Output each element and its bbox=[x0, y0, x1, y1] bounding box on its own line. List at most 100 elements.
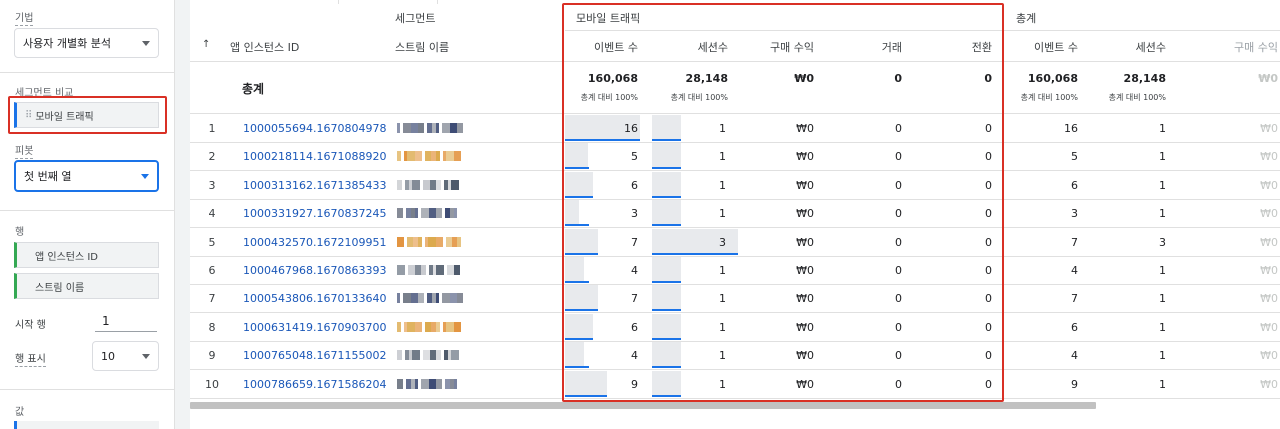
stream-name-redacted bbox=[397, 350, 467, 361]
redaction-pixel bbox=[407, 321, 415, 332]
redaction-pixel bbox=[454, 321, 461, 332]
redaction-pixel bbox=[436, 179, 441, 190]
redaction-pixel bbox=[450, 293, 457, 304]
row-index: 6 bbox=[208, 264, 216, 277]
start-row-input[interactable]: 1 bbox=[102, 314, 110, 328]
app-instance-id-link[interactable]: 1000543806.1670133640 bbox=[243, 292, 386, 305]
redaction-pixel bbox=[403, 293, 411, 304]
redaction-pixel bbox=[436, 151, 440, 162]
app-instance-id-link[interactable]: 1000786659.1671586204 bbox=[243, 378, 386, 391]
redaction-pixel bbox=[397, 151, 401, 162]
row-index: 3 bbox=[208, 178, 216, 192]
stream-name-redacted bbox=[397, 123, 467, 133]
app-instance-id-link[interactable]: 1000313162.1671385433 bbox=[243, 179, 386, 192]
redaction-pixel bbox=[436, 321, 440, 332]
redaction-pixel bbox=[421, 265, 426, 275]
redaction-pixel bbox=[428, 236, 436, 247]
redaction-pixel bbox=[436, 236, 443, 247]
technique-select[interactable]: 사용자 개별화 분석 bbox=[14, 28, 159, 58]
redaction-pixel bbox=[408, 265, 415, 275]
redaction-pixel bbox=[397, 265, 405, 275]
total-revenue-value: ₩0 bbox=[1260, 178, 1278, 192]
redaction-pixel bbox=[454, 378, 457, 389]
row-index: 4 bbox=[208, 207, 216, 221]
redaction-pixel bbox=[436, 293, 439, 304]
dropdown-caret-icon bbox=[142, 41, 150, 46]
total-revenue-value: ₩0 bbox=[1260, 377, 1278, 391]
total-sessions-value: 1 bbox=[1159, 150, 1166, 164]
sort-ascending-icon[interactable]: ↑ bbox=[202, 39, 210, 50]
column-header-total-sessions[interactable]: 세션수 bbox=[1078, 39, 1166, 55]
settings-sidebar: 기법 사용자 개별화 분석 세그먼트 비교 ⠿ 모바일 트래픽 피봇 첫 번째 … bbox=[0, 0, 175, 429]
highlight-box-mobile-traffic bbox=[562, 3, 1004, 402]
total-all-revenue: ₩0 bbox=[1258, 72, 1278, 85]
app-instance-id-link[interactable]: 1000631419.1670903700 bbox=[243, 321, 386, 334]
app-instance-id-link[interactable]: 1000432570.1672109951 bbox=[243, 236, 386, 249]
redaction-pixel bbox=[446, 151, 454, 162]
redaction-pixel bbox=[411, 293, 418, 304]
redaction-pixel bbox=[457, 123, 463, 133]
column-header-stream-name[interactable]: 스트림 이름 bbox=[395, 39, 449, 55]
total-sessions-value: 1 bbox=[1159, 122, 1166, 135]
redaction-pixel bbox=[423, 179, 430, 190]
rows-label: 행 bbox=[15, 227, 25, 238]
redaction-pixel bbox=[411, 123, 418, 133]
start-row-label: 시작 행 bbox=[15, 320, 46, 331]
start-row-underline bbox=[95, 331, 157, 332]
redaction-pixel bbox=[403, 123, 411, 133]
redaction-pixel bbox=[446, 321, 454, 332]
redaction-pixel bbox=[454, 151, 461, 162]
show-rows-label: 행 표시 bbox=[15, 354, 46, 367]
report-table: 세그먼트 모바일 트래픽 총계 ↑ 앱 인스턴스 ID 스트림 이름 이벤트 수… bbox=[190, 0, 1280, 429]
total-revenue-value: ₩0 bbox=[1260, 264, 1278, 277]
row-index: 10 bbox=[205, 377, 219, 391]
redaction-pixel bbox=[397, 293, 400, 304]
total-revenue-value: ₩0 bbox=[1260, 349, 1278, 363]
technique-label: 기법 bbox=[15, 13, 34, 26]
value-chip[interactable] bbox=[14, 421, 159, 429]
redaction-pixel bbox=[397, 236, 404, 247]
redaction-pixel bbox=[436, 350, 441, 361]
redaction-pixel bbox=[442, 123, 450, 133]
total-sessions-value: 1 bbox=[1159, 292, 1166, 306]
stream-name-redacted bbox=[397, 378, 467, 389]
total-sessions-value: 3 bbox=[1159, 235, 1166, 249]
total-revenue-value: ₩0 bbox=[1260, 122, 1278, 135]
total-sessions-value: 1 bbox=[1159, 264, 1166, 277]
redaction-pixel bbox=[457, 236, 461, 247]
pivot-select[interactable]: 첫 번째 열 bbox=[14, 160, 159, 192]
redaction-pixel bbox=[397, 123, 400, 133]
total-sessions-value: 1 bbox=[1159, 320, 1166, 334]
sidebar-divider bbox=[0, 389, 175, 390]
redaction-pixel bbox=[397, 321, 401, 332]
app-instance-id-link[interactable]: 1000218114.1671088920 bbox=[243, 150, 386, 163]
row-index: 2 bbox=[208, 150, 216, 164]
app-instance-id-link[interactable]: 1000055694.1670804978 bbox=[243, 122, 386, 135]
app-instance-id-link[interactable]: 1000765048.1671155002 bbox=[243, 349, 386, 362]
redaction-pixel bbox=[415, 378, 418, 389]
column-header-total-revenue[interactable]: 구매 수익 bbox=[1190, 39, 1278, 55]
row-chip-stream-name[interactable]: 스트림 이름 bbox=[14, 273, 159, 299]
technique-value: 사용자 개별화 분석 bbox=[23, 37, 111, 50]
stream-name-redacted bbox=[397, 151, 467, 162]
row-chip-app-instance-id[interactable]: 앱 인스턴스 ID bbox=[14, 242, 159, 268]
app-instance-id-link[interactable]: 1000467968.1670863393 bbox=[243, 264, 386, 277]
redaction-pixel bbox=[447, 265, 454, 275]
show-rows-select[interactable]: 10 bbox=[92, 341, 159, 371]
row-index: 7 bbox=[208, 292, 216, 306]
column-header-app-instance-id[interactable]: 앱 인스턴스 ID bbox=[230, 39, 299, 55]
stream-name-redacted bbox=[397, 265, 467, 275]
redaction-pixel bbox=[412, 350, 420, 361]
horizontal-scrollbar-thumb[interactable] bbox=[190, 402, 1096, 409]
total-all-sessions-sub: 총계 대비 100% bbox=[1108, 93, 1166, 102]
stream-name-redacted bbox=[397, 179, 467, 190]
redaction-pixel bbox=[451, 179, 459, 190]
total-sessions-value: 1 bbox=[1159, 349, 1166, 363]
row-index: 9 bbox=[208, 349, 216, 363]
app-instance-id-link[interactable]: 1000331927.1670837245 bbox=[243, 207, 386, 220]
total-revenue-value: ₩0 bbox=[1260, 207, 1278, 221]
redaction-pixel bbox=[429, 378, 436, 389]
sidebar-divider bbox=[0, 210, 175, 211]
show-rows-value: 10 bbox=[101, 349, 115, 363]
stream-name-redacted bbox=[397, 208, 467, 219]
